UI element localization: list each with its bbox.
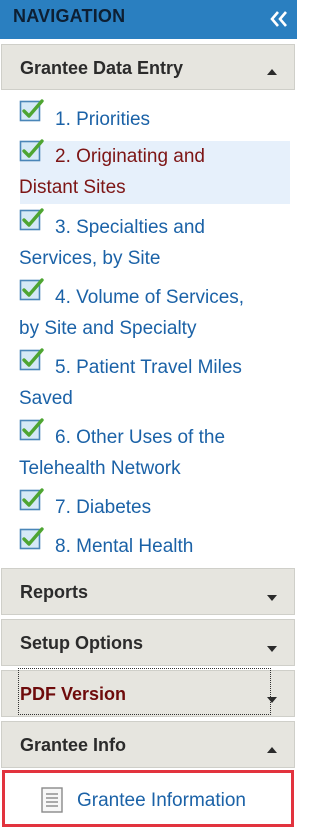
checkbox-checked-icon <box>19 346 45 372</box>
sidebar-item-label-line2: by Site and Specialty <box>19 318 197 339</box>
caret-down-icon <box>266 589 278 601</box>
sidebar-item-diabetes[interactable]: 7. Diabetes <box>20 492 290 523</box>
sidebar-item-originating-distant-sites[interactable]: 2. Originating and Distant Sites <box>19 141 290 204</box>
section-label: Reports <box>20 582 89 602</box>
checkbox-checked-icon <box>19 416 45 442</box>
sidebar-item-label: 8. Mental Health <box>55 536 194 557</box>
sidebar-item-volume-of-services[interactable]: 4. Volume of Services, by Site and Speci… <box>19 282 290 344</box>
section-reports[interactable]: Reports <box>1 568 295 615</box>
sidebar-item-label: 1. Priorities <box>55 109 151 130</box>
sidebar-item-label-line2: Saved <box>19 388 73 409</box>
double-chevron-left-icon[interactable] <box>267 8 291 30</box>
sidebar-item-label-line1: 6. Other Uses of the <box>55 427 226 448</box>
checkbox-checked-icon <box>19 97 45 123</box>
checkbox-checked-icon <box>19 137 45 163</box>
section-label: Setup Options <box>20 633 143 653</box>
checkbox-checked-icon <box>19 486 45 512</box>
sidebar-item-label-line2: Telehealth Network <box>19 458 181 479</box>
section-label: Grantee Data Entry <box>20 58 184 78</box>
sidebar-item-label-line2: Services, by Site <box>19 248 161 269</box>
checkbox-checked-icon <box>19 525 45 551</box>
sidebar-item-priorities[interactable]: 1. Priorities <box>20 104 290 135</box>
sidebar-item-label-line1: 4. Volume of Services, <box>55 287 245 308</box>
checkbox-checked-icon <box>19 276 45 302</box>
checkbox-checked-icon <box>19 206 45 232</box>
section-grantee-info[interactable]: Grantee Info <box>1 721 295 768</box>
sidebar-item-specialties-services[interactable]: 3. Specialties and Services, by Site <box>19 212 290 274</box>
section-label: PDF Version <box>20 684 127 704</box>
document-icon <box>41 787 63 813</box>
sidebar-item-mental-health[interactable]: 8. Mental Health <box>20 531 290 562</box>
sidebar-item-label: 7. Diabetes <box>55 497 152 518</box>
sidebar-item-other-uses[interactable]: 6. Other Uses of the Telehealth Network <box>19 422 290 484</box>
sidebar-item-grantee-information[interactable]: Grantee Information <box>2 770 294 827</box>
navigation-title: NAVIGATION <box>13 6 126 26</box>
section-pdf-version[interactable]: PDF Version <box>1 670 295 717</box>
caret-down-icon <box>266 640 278 652</box>
section-setup-options[interactable]: Setup Options <box>1 619 295 666</box>
caret-up-icon <box>266 741 278 753</box>
section-grantee-data-entry[interactable]: Grantee Data Entry <box>1 44 295 90</box>
caret-down-icon <box>266 691 278 703</box>
sidebar-item-label-line1: 5. Patient Travel Miles <box>55 357 242 378</box>
sidebar-item-label-line1: 3. Specialties and <box>55 217 205 238</box>
sidebar-item-label-line1: 2. Originating and <box>55 146 205 167</box>
sidebar-item-patient-travel-miles[interactable]: 5. Patient Travel Miles Saved <box>19 352 290 414</box>
section-label: Grantee Info <box>20 735 127 755</box>
navigation-header: NAVIGATION <box>0 0 297 39</box>
caret-up-icon <box>266 63 278 75</box>
navigation-panel: NAVIGATION Grantee Data Entry 1. Priorit… <box>0 0 297 827</box>
sidebar-item-label-line2: Distant Sites <box>19 177 126 198</box>
sidebar-item-label: Grantee Information <box>77 790 246 811</box>
